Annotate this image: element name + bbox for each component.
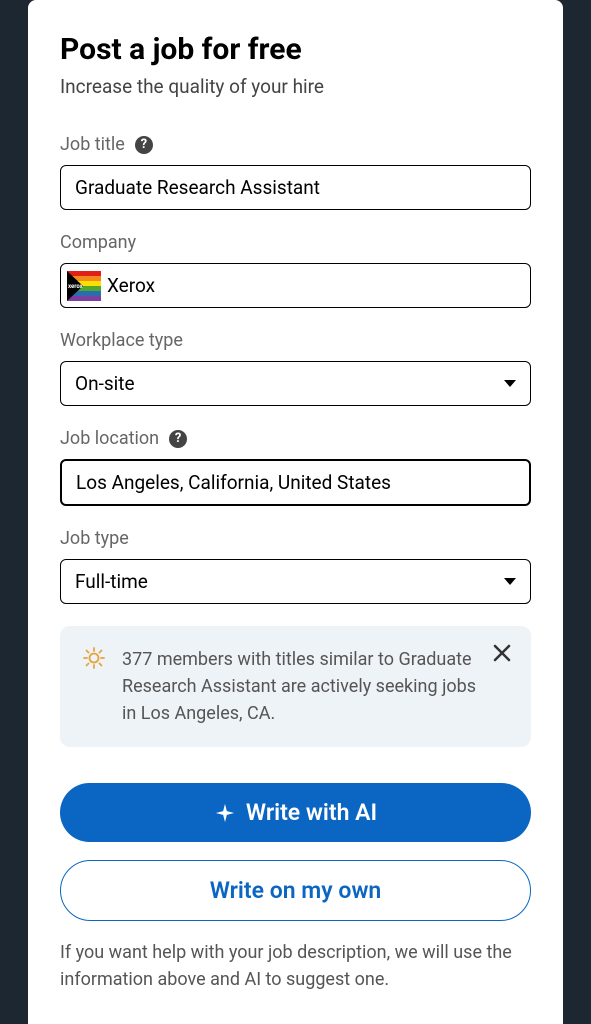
company-field: Company xerox: [60, 232, 531, 308]
write-on-my-own-button[interactable]: Write on my own: [60, 860, 531, 921]
page-subtitle: Increase the quality of your hire: [60, 75, 531, 98]
job-title-input[interactable]: [60, 165, 531, 210]
help-icon[interactable]: ?: [135, 136, 153, 154]
chevron-down-icon: [504, 380, 516, 387]
workplace-type-field: Workplace type On-site: [60, 330, 531, 406]
company-label: Company: [60, 232, 136, 253]
job-post-form: Post a job for free Increase the quality…: [28, 0, 563, 1024]
sparkle-icon: [214, 802, 236, 824]
job-type-field: Job type Full-time: [60, 528, 531, 604]
info-banner: 377 members with titles similar to Gradu…: [60, 626, 531, 747]
write-with-ai-button[interactable]: Write with AI: [60, 783, 531, 842]
info-text: 377 members with titles similar to Gradu…: [122, 646, 509, 727]
footer-help-text: If you want help with your job descripti…: [60, 939, 531, 993]
job-type-select[interactable]: Full-time: [60, 559, 531, 604]
job-type-value: Full-time: [75, 570, 148, 593]
lightbulb-icon: [82, 646, 106, 670]
job-location-label: Job location: [60, 428, 159, 449]
page-title: Post a job for free: [60, 32, 531, 67]
chevron-down-icon: [504, 578, 516, 585]
company-input[interactable]: [107, 270, 516, 301]
job-type-label: Job type: [60, 528, 129, 549]
job-title-field: Job title ?: [60, 134, 531, 210]
workplace-type-label: Workplace type: [60, 330, 183, 351]
help-icon[interactable]: ?: [169, 430, 187, 448]
job-location-input[interactable]: [60, 459, 531, 506]
close-icon[interactable]: [493, 644, 511, 666]
workplace-type-value: On-site: [75, 372, 135, 395]
company-input-wrap[interactable]: xerox: [60, 263, 531, 308]
job-title-label: Job title: [60, 134, 125, 155]
company-logo-icon: xerox: [67, 271, 101, 301]
svg-text:xerox: xerox: [68, 283, 84, 290]
write-on-my-own-label: Write on my own: [210, 877, 382, 904]
workplace-type-select[interactable]: On-site: [60, 361, 531, 406]
write-with-ai-label: Write with AI: [246, 799, 377, 826]
job-location-field: Job location ?: [60, 428, 531, 506]
